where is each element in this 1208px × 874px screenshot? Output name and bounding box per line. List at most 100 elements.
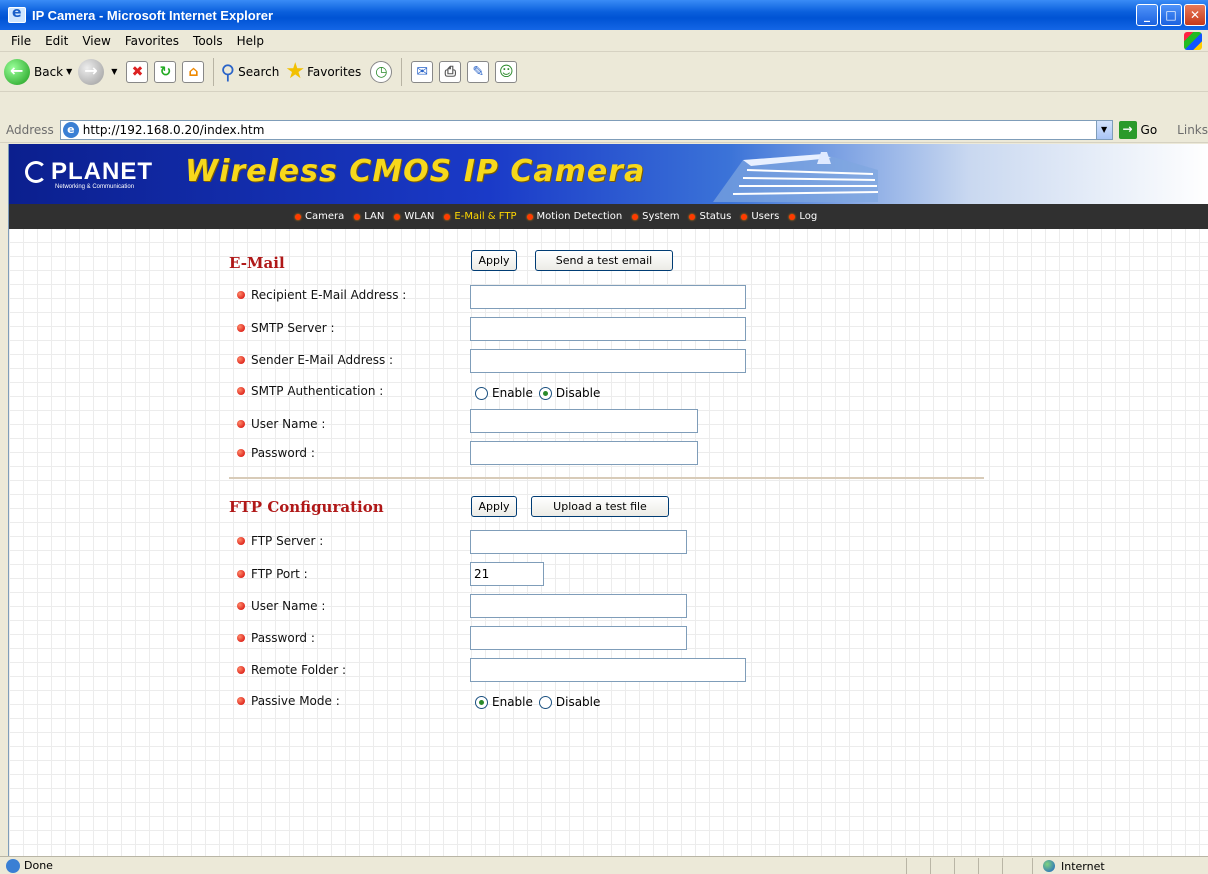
label-text: FTP Server : (251, 534, 324, 548)
nav-bullet-icon (689, 213, 696, 220)
label-text: SMTP Authentication : (251, 384, 384, 398)
address-bar: Address e http://192.168.0.20/index.htm … (0, 118, 1208, 143)
nav-lan[interactable]: LAN (354, 211, 384, 222)
smtp-auth-enable-label: Enable (492, 386, 533, 400)
search-button[interactable]: ⚲ Search (220, 60, 279, 84)
maximize-button[interactable]: □ (1160, 4, 1182, 26)
page-done-icon (6, 858, 20, 873)
nav-email-ftp[interactable]: E-Mail & FTP (444, 211, 517, 222)
minimize-button[interactable]: _ (1136, 4, 1158, 26)
bullet-icon (237, 449, 245, 457)
nav-bullet-icon (741, 213, 748, 220)
forward-arrow-icon (78, 58, 105, 85)
refresh-icon[interactable]: ↻ (154, 60, 177, 83)
go-button[interactable]: → Go (1118, 121, 1157, 139)
history-icon[interactable]: ◷ (370, 60, 393, 83)
email-user-name-input[interactable] (470, 409, 698, 433)
email-password-label: Password : (237, 446, 315, 460)
print-icon[interactable]: ⎙ (439, 60, 462, 83)
label-text: Password : (251, 446, 315, 460)
address-dropdown-icon[interactable]: ▼ (1095, 121, 1112, 139)
email-apply-button[interactable]: Apply (471, 250, 517, 271)
label-text: Recipient E-Mail Address : (251, 288, 407, 302)
ftp-port-input[interactable]: 21 (470, 562, 544, 586)
forward-button[interactable]: ▼ (78, 58, 117, 85)
smtp-auth-label: SMTP Authentication : (237, 384, 383, 398)
nav-bullet-icon (444, 213, 451, 220)
nav-wlan[interactable]: WLAN (394, 211, 434, 222)
search-label: Search (238, 64, 280, 79)
nav-label: WLAN (404, 211, 435, 222)
bullet-icon (237, 666, 245, 674)
email-user-name-label: User Name : (237, 417, 325, 431)
menu-bar: File Edit View Favorites Tools Help (0, 30, 1208, 52)
bullet-icon (237, 291, 245, 299)
label-text: FTP Port : (251, 567, 308, 581)
internet-globe-icon (1043, 860, 1055, 872)
recipient-email-label: Recipient E-Mail Address : (237, 288, 406, 302)
forward-dropdown-icon[interactable]: ▼ (111, 67, 117, 76)
stop-icon[interactable]: ✖ (126, 60, 149, 83)
back-arrow-icon (4, 58, 30, 85)
nav-label: Log (799, 211, 818, 222)
smtp-auth-enable-radio[interactable] (475, 386, 488, 400)
nav-system[interactable]: System (632, 211, 679, 222)
ftp-user-name-input[interactable] (470, 594, 687, 618)
nav-log[interactable]: Log (789, 211, 817, 222)
upload-test-file-button[interactable]: Upload a test file (531, 496, 669, 517)
nav-users[interactable]: Users (741, 211, 779, 222)
sender-email-input[interactable] (470, 349, 746, 373)
menu-file[interactable]: File (4, 34, 38, 48)
ftp-user-name-label: User Name : (237, 599, 325, 613)
passive-mode-radio-group: Enable Disable (475, 695, 606, 709)
send-test-email-button[interactable]: Send a test email (535, 250, 673, 271)
nav-camera[interactable]: Camera (295, 211, 344, 222)
bullet-icon (237, 697, 245, 705)
email-password-input[interactable] (470, 441, 698, 465)
status-bar: Done Internet (0, 856, 1208, 874)
bullet-icon (237, 324, 245, 332)
nav-status[interactable]: Status (689, 211, 731, 222)
ftp-server-input[interactable] (470, 530, 687, 554)
nav-label: LAN (364, 211, 385, 222)
address-input[interactable]: e http://192.168.0.20/index.htm ▼ (59, 120, 1113, 140)
favorites-button[interactable]: ★ Favorites (285, 59, 361, 84)
zone-label: Internet (1061, 859, 1105, 873)
messenger-icon[interactable]: ☺ (495, 60, 518, 83)
status-panels (906, 858, 1026, 874)
back-button[interactable]: Back ▼ (4, 58, 72, 85)
menu-favorites[interactable]: Favorites (118, 34, 186, 48)
edit-icon[interactable]: ✎ (467, 60, 490, 83)
links-label[interactable]: Links (1177, 123, 1208, 137)
smtp-server-input[interactable] (470, 317, 746, 341)
remote-folder-input[interactable] (470, 658, 746, 682)
nav-motion-detection[interactable]: Motion Detection (526, 211, 622, 222)
menu-edit[interactable]: Edit (38, 34, 75, 48)
passive-disable-radio[interactable] (538, 695, 552, 709)
recipient-email-input[interactable] (470, 285, 746, 309)
ftp-password-input[interactable] (470, 626, 687, 650)
home-icon[interactable]: ⌂ (182, 60, 205, 83)
section-divider (229, 477, 984, 479)
browser-toolbar: Back ▼ ▼ ✖ ↻ ⌂ ⚲ Search ★ Favorites ◷ ✉ … (0, 52, 1208, 92)
smtp-auth-disable-radio[interactable] (538, 386, 552, 400)
building-graphic-icon (713, 152, 879, 202)
status-panel (978, 858, 1002, 874)
back-dropdown-icon[interactable]: ▼ (66, 67, 72, 76)
ftp-apply-button[interactable]: Apply (471, 496, 517, 517)
page-viewport: PLANET Networking & Communication Wirele… (8, 144, 1208, 856)
planet-logo: PLANET Networking & Communication (25, 158, 153, 190)
close-button[interactable]: ✕ (1184, 4, 1206, 26)
mail-icon[interactable]: ✉ (411, 60, 434, 83)
passive-enable-radio[interactable] (475, 695, 488, 709)
ftp-server-label: FTP Server : (237, 534, 323, 548)
bullet-icon (237, 634, 245, 642)
ftp-section-title: FTP Configuration (229, 498, 384, 516)
menu-view[interactable]: View (75, 34, 117, 48)
bullet-icon (237, 420, 245, 428)
menu-tools[interactable]: Tools (186, 34, 230, 48)
toolbar-separator (213, 57, 215, 86)
menu-help[interactable]: Help (230, 34, 271, 48)
email-section-title: E-Mail (229, 254, 285, 272)
smtp-auth-radio-group: Enable Disable (475, 386, 606, 400)
